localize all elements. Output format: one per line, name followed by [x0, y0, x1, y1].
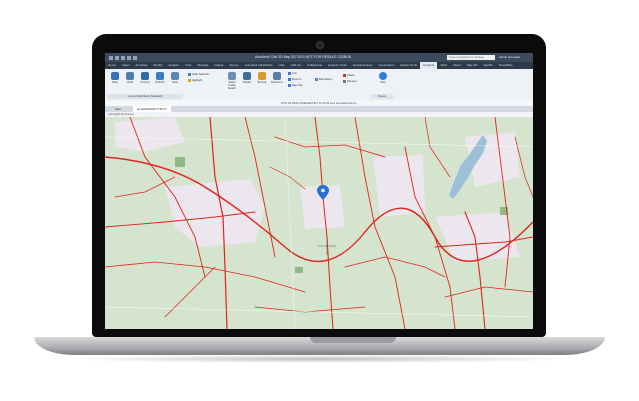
- edit-history-button[interactable]: Edit History: [315, 78, 332, 81]
- camera-icon: [316, 41, 324, 49]
- group-label-edit-mode: Connect Edit Mode (Standard): [107, 94, 183, 99]
- ribbon-tab-survey[interactable]: Survey: [226, 62, 241, 69]
- group-label-panels: Panels: [371, 94, 393, 99]
- delete-button[interactable]: Delete: [343, 74, 355, 77]
- ribbon-panel: Scan Undo Commit Refresh Save Clear Selectio…: [105, 69, 533, 102]
- zoom-to-button[interactable]: Zoom to: [288, 78, 302, 81]
- ribbon-tab-insert[interactable]: Insert: [119, 62, 133, 69]
- ribbon-tab-nav3d[interactable]: Nav3D: [480, 62, 495, 69]
- title-bar: Autodesk Civil 3D Map 3D 2019 NOT FOR RE…: [105, 53, 533, 62]
- laptop-base: [34, 337, 605, 355]
- ribbon-tab-geolocation[interactable]: Geolocation: [375, 62, 397, 69]
- link-button[interactable]: Link: [288, 72, 297, 75]
- ribbon-tab-vault[interactable]: Vault: [437, 62, 450, 69]
- help-icon: [379, 72, 387, 80]
- quick-access-toolbar[interactable]: [109, 55, 169, 60]
- help-button[interactable]: Help: [376, 72, 390, 92]
- commit-button[interactable]: Commit: [138, 72, 152, 92]
- select-inside-search-icon: [228, 72, 236, 80]
- ribbon-tab-connect[interactable]: Connect: [420, 62, 438, 69]
- ribbon-tab-map-3d[interactable]: Map 3D: [464, 62, 481, 69]
- browse-button[interactable]: Browse: [255, 72, 269, 92]
- ribbon-tab-bar: Home Insert Annotate Modify Analyze View Manag…: [105, 62, 533, 69]
- details-icon: [243, 72, 251, 80]
- laptop-notch: [310, 337, 396, 343]
- browse-icon: [258, 72, 266, 80]
- remove-button[interactable]: Remove: [343, 80, 357, 83]
- scan-button[interactable]: Scan: [108, 72, 122, 92]
- select-inside-search-button[interactable]: Select Inside Search: [225, 72, 239, 92]
- ribbon-tab-express-tools[interactable]: Express Tools: [325, 62, 350, 69]
- details-button[interactable]: Details: [240, 72, 254, 92]
- ribbon-tab-output[interactable]: Output: [211, 62, 226, 69]
- laptop-shadow: [60, 355, 579, 363]
- laptop-screen-bezel: Autodesk Civil 3D Map 3D 2019 NOT FOR RE…: [92, 34, 546, 337]
- edit-items-button[interactable]: Edit Items: [270, 72, 284, 92]
- ribbon-tab-smartmap[interactable]: SmartMap: [496, 62, 516, 69]
- highlight-button[interactable]: Highlight: [188, 79, 202, 82]
- ribbon-tab-autodesk-infraworks[interactable]: Autodesk InfraWorks: [242, 62, 276, 69]
- undo-icon: [126, 72, 134, 80]
- scan-icon: [111, 72, 119, 80]
- application-window: Autodesk Civil 3D Map 3D 2019 NOT FOR RE…: [105, 53, 533, 329]
- save-icon: [171, 72, 179, 80]
- ribbon-tab-home[interactable]: Home: [105, 62, 119, 69]
- save-button[interactable]: Save: [168, 72, 182, 92]
- ribbon-tab-add-ins[interactable]: Add-ins: [288, 62, 304, 69]
- map-canvas[interactable]: [105, 116, 533, 329]
- clear-selection-button[interactable]: Clear Selection: [188, 73, 210, 76]
- map-tips-button[interactable]: Map Tips: [288, 84, 303, 87]
- ribbon-tab-raster-tools[interactable]: Raster Tools: [397, 62, 420, 69]
- user-account[interactable]: admin.autodesk: [499, 53, 520, 62]
- window-title: Autodesk Civil 3D Map 3D 2019 NOT FOR RE…: [255, 55, 351, 59]
- refresh-icon: [156, 72, 164, 80]
- ribbon-tab-modify[interactable]: Modify: [151, 62, 166, 69]
- refresh-button[interactable]: Refresh: [153, 72, 167, 92]
- ribbon-tab-annotate[interactable]: Annotate: [133, 62, 151, 69]
- ribbon-tab-view[interactable]: View: [182, 62, 194, 69]
- edit-items-icon: [273, 72, 281, 80]
- ribbon-tab-analyze[interactable]: Analyze: [165, 62, 182, 69]
- commit-icon: [141, 72, 149, 80]
- search-input[interactable]: Type a keyword or phrase: [447, 55, 495, 60]
- ribbon-tab-help[interactable]: Help: [276, 62, 288, 69]
- ribbon-tab-manage[interactable]: Manage: [195, 62, 212, 69]
- ribbon-tab-featured-apps[interactable]: Featured Apps: [350, 62, 376, 69]
- ribbon-tab-vision[interactable]: Vision: [450, 62, 464, 69]
- map-viewport[interactable]: [105, 116, 533, 329]
- ribbon-tab-collaborate[interactable]: Collaborate: [304, 62, 325, 69]
- undo-button[interactable]: Undo: [123, 72, 137, 92]
